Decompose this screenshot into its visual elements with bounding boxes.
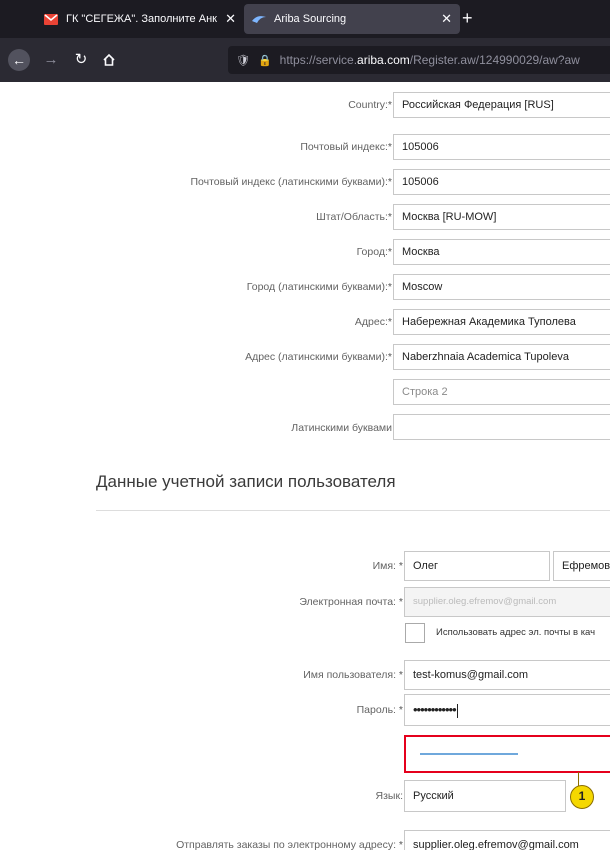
use-email-checkbox-label: Использовать адрес эл. почты в кач: [436, 627, 596, 638]
callout-leader: [578, 772, 579, 786]
text-caret: [456, 703, 458, 718]
shield-icon: 🛡: [236, 54, 250, 67]
tab-title: ГК "СЕГЕЖА". Заполните Анк: [66, 13, 217, 25]
orders-email-label: Отправлять заказы по электронному адресу…: [176, 839, 403, 850]
email-input[interactable]: supplier.oleg.efremov@gmail.com: [404, 587, 610, 617]
postal-latin-label: Почтовый индекс (латинскими буквами):*: [190, 176, 392, 188]
last-name-input[interactable]: Ефремов: [553, 551, 610, 581]
postal-label: Почтовый индекс:*: [300, 141, 392, 153]
ariba-icon: [252, 15, 266, 23]
city-latin-label: Город (латинскими буквами):*: [246, 281, 392, 293]
browser-tab-bar: ГК "СЕГЕЖА". Заполните Анк ✕ Ariba Sourc…: [0, 0, 610, 38]
address-label: Адрес:*: [354, 316, 392, 328]
address-latin-label: Адрес (латинскими буквами):*: [245, 351, 392, 363]
browser-nav-bar: ← → ↻ 🛡 🔒 https://service.ariba.com/Regi…: [0, 38, 610, 82]
page-content: Country:* Российская Федерация [RUS] Поч…: [0, 82, 610, 850]
username-input[interactable]: test-komus@gmail.com: [404, 660, 610, 690]
mail-icon: [44, 13, 58, 25]
close-icon[interactable]: ✕: [225, 11, 236, 27]
back-button[interactable]: ←: [8, 49, 30, 71]
forward-button[interactable]: →: [40, 49, 62, 71]
url-bar[interactable]: 🛡 🔒 https://service.ariba.com/Register.a…: [228, 46, 610, 74]
section-title: Данные учетной записи пользователя: [96, 472, 396, 491]
latin-letters-input[interactable]: [393, 414, 610, 440]
arrow-left-icon: ←: [12, 52, 26, 68]
reload-button[interactable]: ↻: [70, 49, 92, 71]
password-input[interactable]: ••••••••••••: [404, 694, 610, 726]
state-label: Штат/Область:*: [316, 211, 392, 223]
postal-input[interactable]: 105006: [393, 134, 610, 160]
new-tab-button[interactable]: +: [462, 8, 473, 28]
reload-icon: ↻: [74, 51, 88, 68]
language-label: Язык:: [375, 790, 403, 802]
first-name-input[interactable]: Олег: [404, 551, 550, 581]
city-latin-input[interactable]: Moscow: [393, 274, 610, 300]
latin-letters-label: Латинскими буквами: [291, 422, 392, 434]
callout-badge: 1: [570, 785, 594, 809]
email-label: Электронная почта: *: [299, 596, 403, 608]
close-icon[interactable]: ✕: [441, 11, 452, 27]
home-icon: [103, 53, 115, 66]
country-select[interactable]: Российская Федерация [RUS]: [393, 92, 610, 118]
home-button[interactable]: [98, 49, 120, 71]
lock-icon: 🔒: [257, 54, 272, 67]
use-email-checkbox[interactable]: [405, 623, 425, 643]
arrow-right-icon: →: [43, 51, 59, 68]
url-text: https://service.ariba.com/Register.aw/12…: [279, 53, 580, 67]
password-label: Пароль: *: [356, 704, 403, 716]
tab-ariba[interactable]: Ariba Sourcing ✕: [244, 4, 460, 34]
orders-email-input[interactable]: supplier.oleg.efremov@gmail.com: [404, 830, 610, 850]
section-divider: [96, 510, 610, 511]
tab-segezha[interactable]: ГК "СЕГЕЖА". Заполните Анк ✕: [36, 4, 244, 34]
language-select[interactable]: Русский: [404, 780, 566, 812]
postal-latin-input[interactable]: 105006: [393, 169, 610, 195]
address-line2-input[interactable]: Строка 2: [393, 379, 610, 405]
city-input[interactable]: Москва: [393, 239, 610, 265]
tab-title: Ariba Sourcing: [274, 13, 347, 25]
city-label: Город:*: [356, 246, 392, 258]
state-select[interactable]: Москва [RU-MOW]: [393, 204, 610, 230]
username-label: Имя пользователя: *: [303, 669, 403, 681]
password-strength-bar: [420, 753, 518, 755]
name-label: Имя: *: [372, 560, 403, 572]
country-label: Country:*: [348, 99, 392, 111]
address-latin-input[interactable]: Naberzhnaia Academica Tupoleva: [393, 344, 610, 370]
address-input[interactable]: Набережная Академика Туполева: [393, 309, 610, 335]
